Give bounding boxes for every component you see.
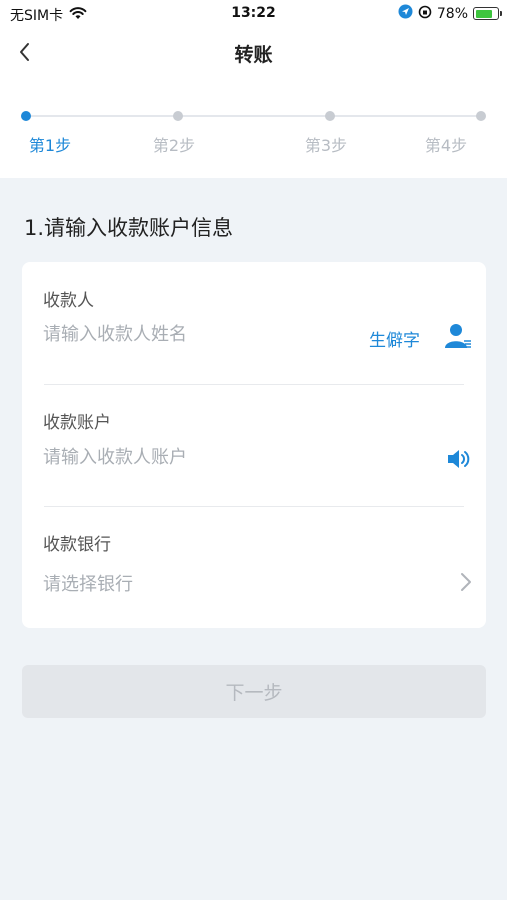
contact-icon: [445, 324, 471, 348]
status-right: 78%: [398, 4, 502, 23]
step-dot-4: [476, 111, 486, 121]
voice-input-button[interactable]: [446, 447, 472, 475]
step-dot-2: [173, 111, 183, 121]
payee-field: 收款人 生僻字: [22, 262, 486, 384]
account-label: 收款账户: [43, 413, 111, 433]
location-icon: [398, 4, 413, 23]
rare-char-button[interactable]: 生僻字: [369, 326, 420, 351]
status-bar: 无SIM卡 13:22 78%: [0, 0, 507, 28]
speaker-icon: [448, 450, 470, 468]
step-label-3: 第3步: [304, 136, 348, 155]
bank-label: 收款银行: [43, 535, 111, 555]
chevron-right-icon: [461, 573, 471, 591]
bank-select[interactable]: 请选择银行: [43, 570, 343, 596]
bank-select-arrow[interactable]: [456, 568, 476, 600]
progress-stepper: 第1步 第2步 第3步 第4步: [0, 100, 507, 160]
account-number-input[interactable]: [43, 447, 343, 468]
step-label-2: 第2步: [152, 136, 196, 155]
contact-picker-button[interactable]: [444, 322, 472, 354]
payee-label: 收款人: [43, 291, 94, 311]
section-title: 1.请输入收款账户信息: [24, 216, 234, 240]
form-card: 收款人 生僻字 收款账户 收款银行 请选择银行: [22, 262, 486, 628]
step-label-4: 第4步: [424, 136, 468, 155]
payee-name-input[interactable]: [43, 324, 343, 345]
account-field: 收款账户: [22, 384, 486, 506]
step-dot-1: [21, 111, 31, 121]
bank-field[interactable]: 收款银行 请选择银行: [22, 506, 486, 628]
next-step-button[interactable]: 下一步: [22, 665, 486, 718]
battery-percent: 78%: [436, 5, 468, 22]
battery-icon: [473, 7, 502, 20]
step-dot-3: [325, 111, 335, 121]
stepper-line: [26, 115, 481, 117]
orientation-lock-icon: [418, 5, 432, 23]
page-title: 转账: [234, 44, 273, 66]
step-label-1: 第1步: [28, 136, 72, 155]
nav-bar: 转账: [0, 28, 507, 76]
